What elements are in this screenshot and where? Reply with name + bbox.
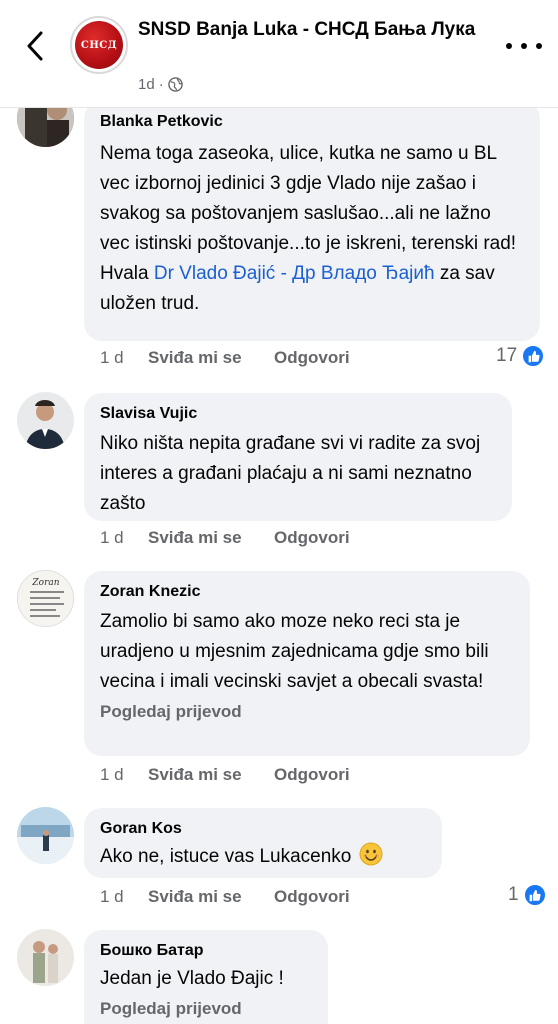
mention-link[interactable]: Dr Vlado Đajić - Др Владо Ђајић	[154, 263, 435, 284]
dot	[506, 43, 512, 49]
comment-text: Zamolio bi samo ako moze neko reci sta j…	[100, 611, 489, 692]
comment-text: Ako ne, istuce vas Lukacenko	[100, 842, 426, 872]
like-button[interactable]: Sviđa mi se	[148, 528, 274, 548]
comments-list: Blanka Petkovic Nema toga zaseoka, ulice…	[0, 0, 558, 1024]
back-button[interactable]	[20, 28, 50, 64]
meta-separator: ·	[158, 76, 164, 93]
comment-author[interactable]: Blanka Petkovic	[100, 111, 524, 133]
avatar[interactable]	[17, 392, 74, 449]
avatar[interactable]	[17, 929, 74, 986]
svg-text:Zoran: Zoran	[31, 578, 59, 588]
comment-author[interactable]: Бошко Батар	[100, 940, 312, 962]
avatar[interactable]: Zoran	[17, 570, 74, 627]
avatar[interactable]	[17, 807, 74, 864]
comment-text: Jedan je Vlado Đajic !	[100, 968, 284, 989]
reaction-count-value: 17	[496, 345, 518, 366]
comment-time[interactable]: 1 d	[100, 887, 148, 907]
like-button[interactable]: Sviđa mi se	[148, 765, 274, 785]
comment-bubble: Zoran Knezic Zamolio bi samo ako moze ne…	[84, 571, 530, 756]
like-reaction-icon	[521, 344, 546, 368]
comment-bubble: Goran Kos Ako ne, istuce vas Lukacenko	[84, 808, 442, 878]
page-logo: СНСД	[75, 21, 123, 69]
reply-button[interactable]: Odgovori	[274, 765, 350, 785]
like-button[interactable]: Sviđa mi se	[148, 348, 274, 368]
comment-time[interactable]: 1 d	[100, 528, 148, 548]
dot	[521, 43, 527, 49]
comment-text: Nema toga zaseoka, ulice, kutka ne samo …	[100, 139, 524, 319]
post-time[interactable]: 1d	[138, 76, 155, 93]
comment-bubble: Blanka Petkovic Nema toga zaseoka, ulice…	[84, 101, 540, 341]
reaction-count[interactable]: 1	[508, 883, 547, 907]
comment-author[interactable]: Zoran Knezic	[100, 581, 514, 603]
comment-actions: 1 d Sviđa mi se Odgovori	[100, 887, 350, 907]
chevron-left-icon	[27, 31, 43, 61]
more-options-button[interactable]	[506, 38, 542, 54]
post-header: СНСД SNSD Banja Luka - СНСД Бања Лука 1d…	[0, 0, 558, 108]
comment-author[interactable]: Goran Kos	[100, 818, 426, 840]
reply-button[interactable]: Odgovori	[274, 887, 350, 907]
comment-time[interactable]: 1 d	[100, 348, 148, 368]
smile-emoji-icon	[359, 842, 383, 866]
comment-bubble: Бошко Батар Jedan je Vlado Đajic ! Pogle…	[84, 930, 328, 1024]
reaction-count-value: 1	[508, 884, 519, 905]
globe-icon	[167, 77, 183, 92]
like-reaction-icon	[522, 883, 547, 907]
page-title[interactable]: SNSD Banja Luka - СНСД Бања Лука	[138, 16, 478, 44]
like-button[interactable]: Sviđa mi se	[148, 887, 274, 907]
dot	[536, 43, 542, 49]
reply-button[interactable]: Odgovori	[274, 348, 350, 368]
comment-text: Niko ništa nepita građane svi vi radite …	[100, 433, 481, 514]
see-translation-link[interactable]: Pogledaj prijevod	[100, 998, 312, 1020]
reaction-count[interactable]: 17	[496, 344, 546, 368]
comment-text-part: Ako ne, istuce vas Lukacenko	[100, 846, 352, 867]
comment-time[interactable]: 1 d	[100, 765, 148, 785]
comment-actions: 1 d Sviđa mi se Odgovori	[100, 765, 350, 785]
comment-actions: 1 d Sviđa mi se Odgovori	[100, 528, 350, 548]
post-meta: 1d ·	[138, 76, 183, 93]
comment-bubble: Slavisa Vujic Niko ništa nepita građane …	[84, 393, 512, 521]
page-avatar[interactable]: СНСД	[70, 16, 128, 74]
comment-author[interactable]: Slavisa Vujic	[100, 403, 496, 425]
comment-actions: 1 d Sviđa mi se Odgovori	[100, 348, 350, 368]
see-translation-link[interactable]: Pogledaj prijevod	[100, 701, 514, 723]
reply-button[interactable]: Odgovori	[274, 528, 350, 548]
